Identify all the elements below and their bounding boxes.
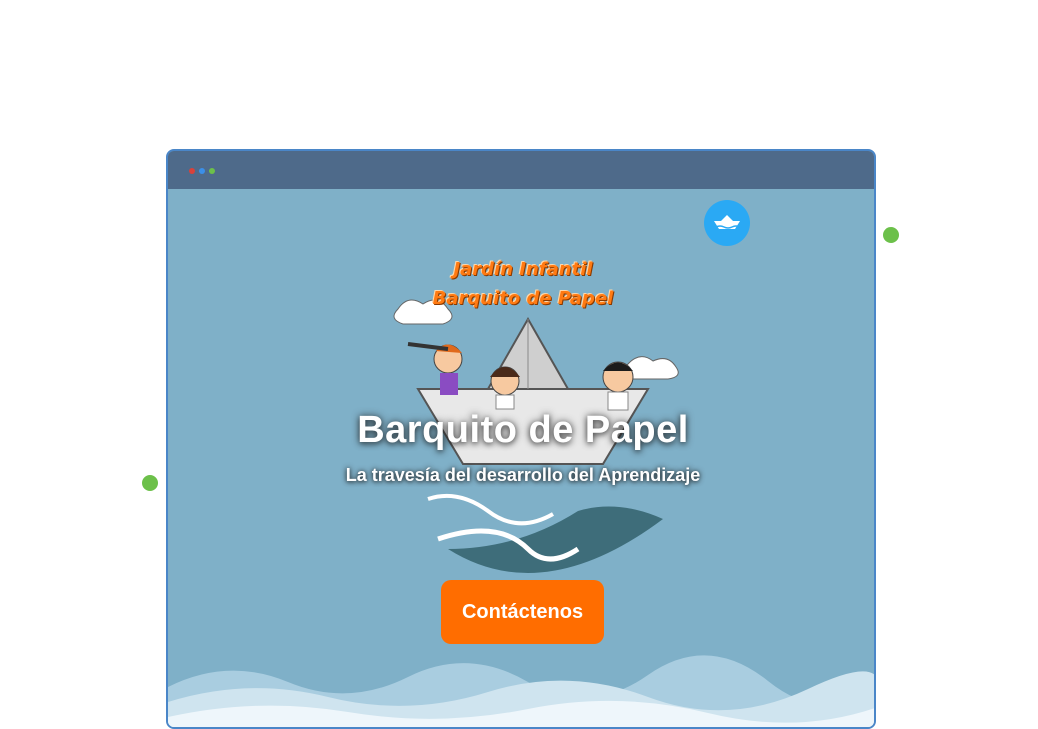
logo-text-line-1: Jardín Infantil [453, 259, 593, 280]
browser-window: Jardín Infantil Barquito de Papel Barqui… [166, 149, 876, 729]
logo-text-line-2: Barquito de Papel [432, 288, 614, 309]
contact-button[interactable]: Contáctenos [441, 580, 604, 644]
hero-section: Jardín Infantil Barquito de Papel Barqui… [168, 189, 874, 727]
window-title-bar [168, 151, 874, 189]
window-minimize-dot[interactable] [199, 168, 205, 174]
paper-boat-icon[interactable] [704, 200, 750, 246]
hero-title: Barquito de Papel [357, 409, 689, 451]
decorative-dot-right [883, 227, 899, 243]
wave-decoration [168, 655, 874, 727]
hero-subtitle: La travesía del desarrollo del Aprendiza… [345, 465, 701, 485]
window-close-dot[interactable] [189, 168, 195, 174]
decorative-dot-left [142, 475, 158, 491]
window-maximize-dot[interactable] [209, 168, 215, 174]
